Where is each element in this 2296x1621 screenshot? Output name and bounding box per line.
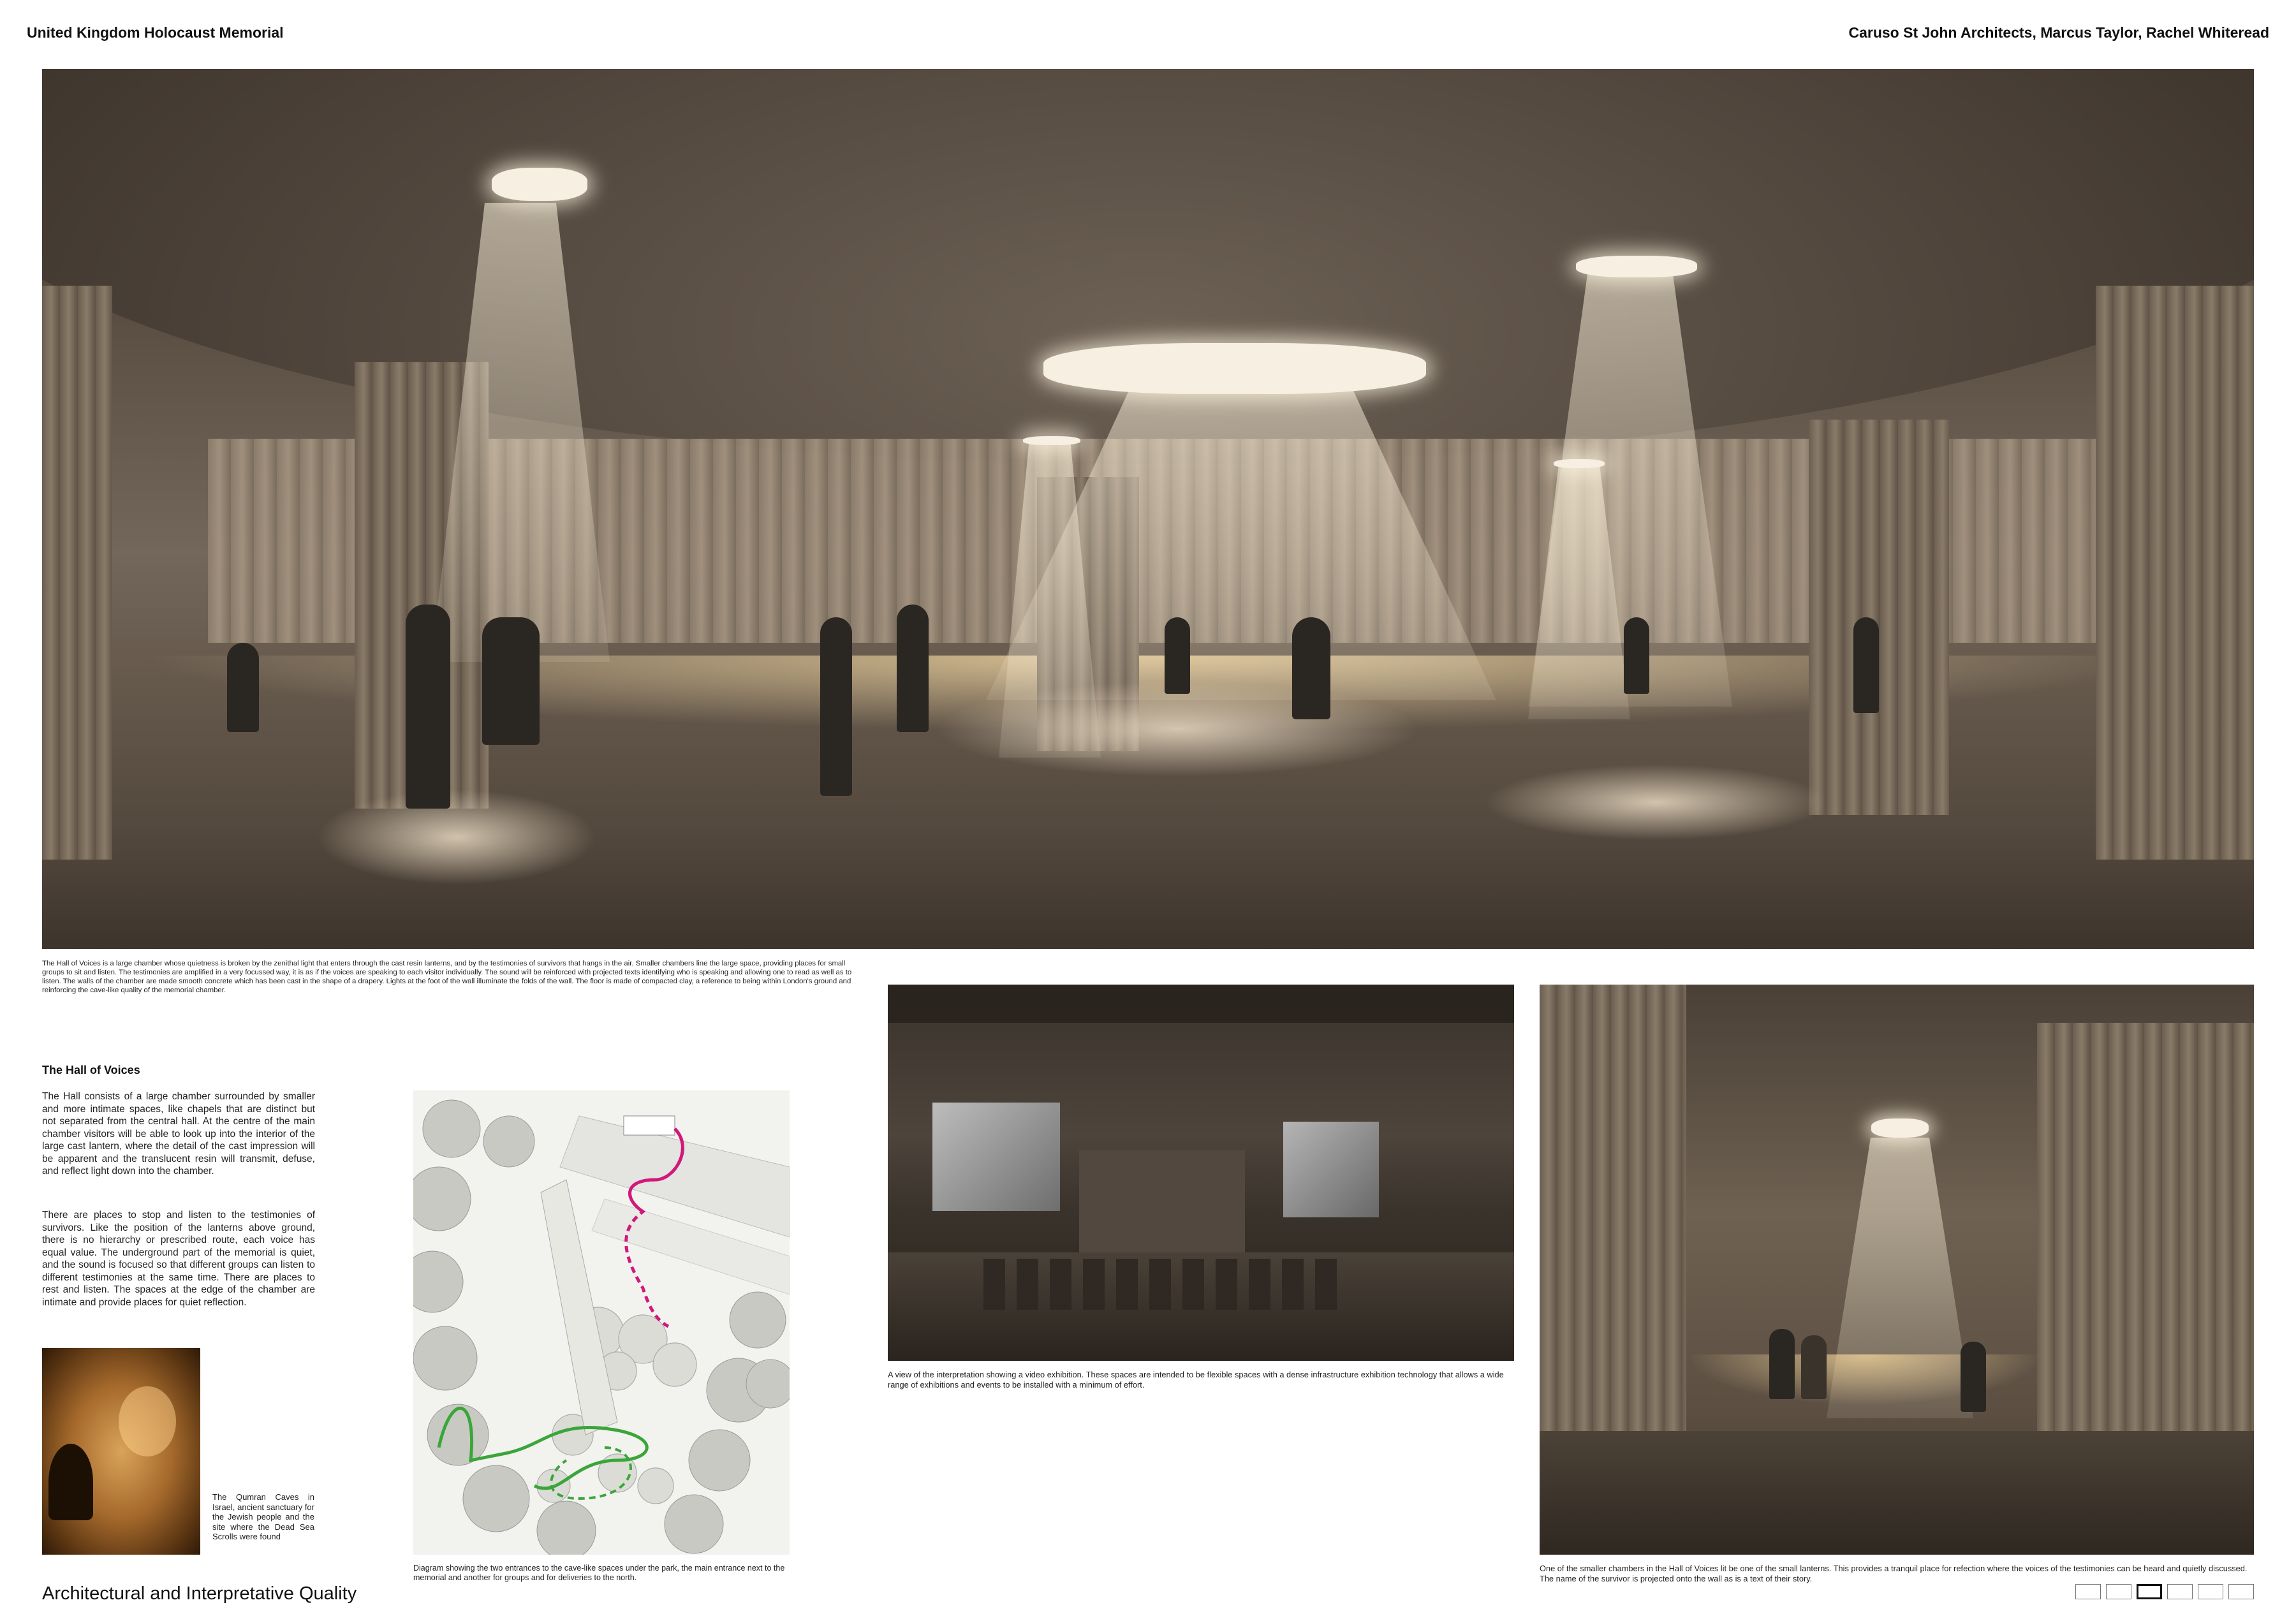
section-heading: The Hall of Voices bbox=[42, 1064, 140, 1076]
cave-photo-caption: The Qumran Caves in Israel, ancient sanc… bbox=[212, 1492, 314, 1541]
page-box[interactable] bbox=[2198, 1584, 2223, 1599]
body-paragraph-1: The Hall consists of a large chamber sur… bbox=[42, 1091, 315, 1177]
video-exhibition-caption: A view of the interpretation showing a v… bbox=[888, 1370, 1504, 1390]
main-render-caption: The Hall of Voices is a large chamber wh… bbox=[42, 960, 852, 994]
small-chamber-caption: One of the smaller chambers in the Hall … bbox=[1540, 1564, 2248, 1583]
page-box[interactable] bbox=[2106, 1584, 2131, 1599]
small-chamber-render bbox=[1540, 985, 2254, 1555]
team-credits: Caruso St John Architects, Marcus Taylor… bbox=[1848, 24, 2269, 41]
entrance-diagram bbox=[413, 1090, 790, 1555]
hall-of-voices-render bbox=[42, 69, 2254, 949]
board-section-title: Architectural and Interpretative Quality bbox=[42, 1583, 357, 1604]
diagram-caption: Diagram showing the two entrances to the… bbox=[413, 1564, 785, 1582]
page-box-active[interactable] bbox=[2137, 1584, 2162, 1599]
page-box[interactable] bbox=[2228, 1584, 2254, 1599]
page-box[interactable] bbox=[2075, 1584, 2101, 1599]
project-title: United Kingdom Holocaust Memorial bbox=[27, 24, 284, 41]
page-box[interactable] bbox=[2167, 1584, 2193, 1599]
page-indicator bbox=[2075, 1584, 2254, 1599]
qumran-caves-photo bbox=[42, 1348, 200, 1555]
video-exhibition-render bbox=[888, 985, 1514, 1361]
body-paragraph-2: There are places to stop and listen to t… bbox=[42, 1210, 315, 1308]
